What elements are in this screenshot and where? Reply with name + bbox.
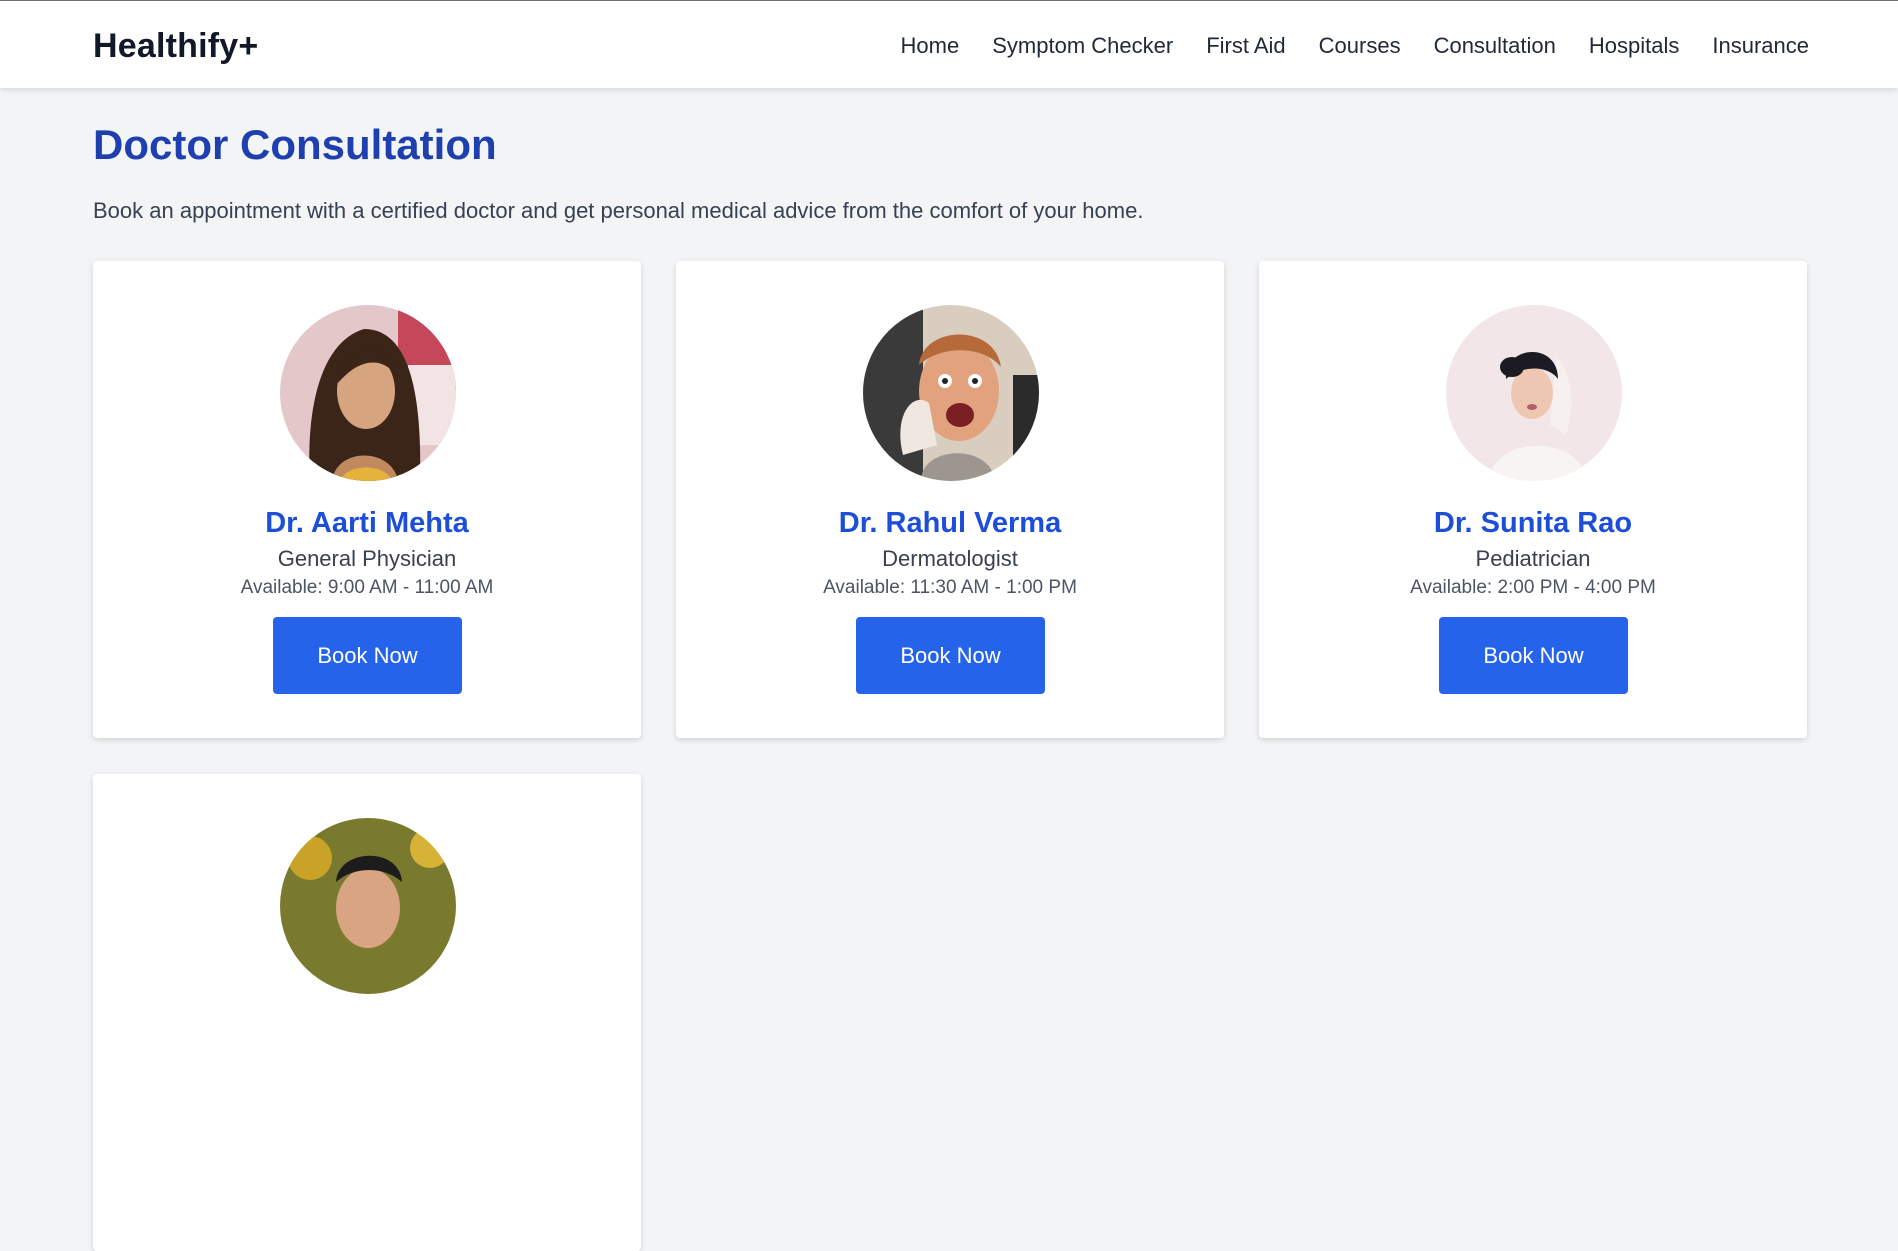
nav-symptom-checker[interactable]: Symptom Checker xyxy=(992,33,1173,59)
doctor-card: Dr. Sunita Rao Pediatrician Available: 2… xyxy=(1259,261,1807,738)
top-navbar: Healthify+ Home Symptom Checker First Ai… xyxy=(0,0,1898,88)
book-now-button[interactable]: Book Now xyxy=(856,617,1045,694)
doctor-specialty: Dermatologist xyxy=(882,546,1018,571)
nav-insurance[interactable]: Insurance xyxy=(1712,33,1809,59)
nav-hospitals[interactable]: Hospitals xyxy=(1589,33,1679,59)
book-now-button[interactable]: Book Now xyxy=(273,617,462,694)
nav-courses[interactable]: Courses xyxy=(1319,33,1401,59)
doctor-availability: Available: 11:30 AM - 1:00 PM xyxy=(823,577,1077,598)
page-title: Doctor Consultation xyxy=(93,121,497,168)
nav-home[interactable]: Home xyxy=(901,33,960,59)
brand-logo[interactable]: Healthify+ xyxy=(93,27,258,66)
doctor-availability: Available: 9:00 AM - 11:00 AM xyxy=(240,577,494,598)
doctor-name: Dr. Sunita Rao xyxy=(1433,507,1633,539)
doctor-avatar xyxy=(280,305,456,481)
doctor-availability: Available: 2:00 PM - 4:00 PM xyxy=(1410,577,1656,598)
nav-first-aid[interactable]: First Aid xyxy=(1206,33,1285,59)
doctor-specialty: General Physician xyxy=(277,546,457,571)
doctor-avatar xyxy=(280,818,456,994)
doctor-card: Dr. Rahul Verma Dermatologist Available:… xyxy=(676,261,1224,738)
nav-consultation[interactable]: Consultation xyxy=(1434,33,1556,59)
main-nav: Home Symptom Checker First Aid Courses C… xyxy=(901,33,1809,59)
page-description: Book an appointment with a certified doc… xyxy=(93,198,1144,223)
doctor-avatar xyxy=(1446,305,1622,481)
doctor-card xyxy=(93,774,641,1251)
doctor-avatar xyxy=(863,305,1039,481)
doctor-name: Dr. Rahul Verma xyxy=(838,507,1062,539)
book-now-button[interactable]: Book Now xyxy=(1439,617,1628,694)
doctor-card: Dr. Aarti Mehta General Physician Availa… xyxy=(93,261,641,738)
doctor-name: Dr. Aarti Mehta xyxy=(265,507,469,539)
doctor-specialty: Pediatrician xyxy=(1475,546,1591,571)
